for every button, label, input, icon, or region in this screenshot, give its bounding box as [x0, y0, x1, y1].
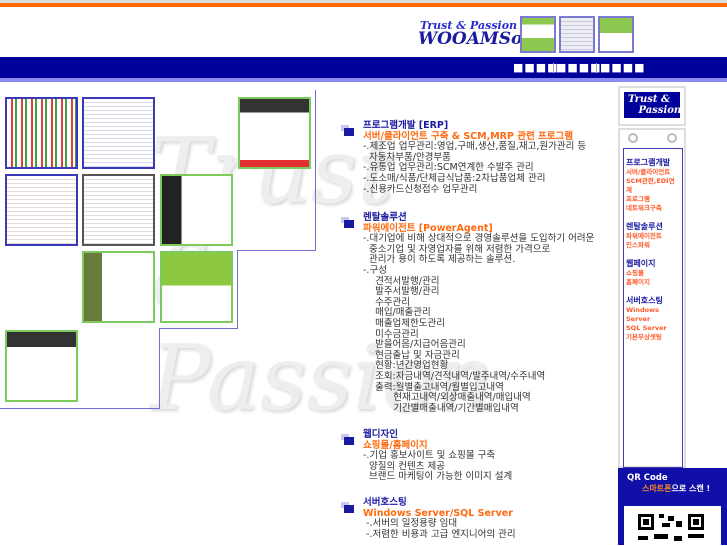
line: -.저렴한 비용과 고급 엔지니어의 관리	[363, 528, 516, 540]
line: 기간별매출내역/기간별매입내역	[363, 402, 519, 414]
sidebar-link[interactable]: 서버/클라이언트	[626, 168, 680, 177]
circle-icon	[628, 133, 638, 143]
gallery-outline	[315, 90, 316, 251]
top-accent-line	[0, 3, 727, 7]
sidebar-heading[interactable]: 프로그램개발	[626, 157, 680, 168]
sidebar-link[interactable]: 인스파워	[626, 241, 680, 250]
nav-separator	[553, 63, 554, 73]
gallery-outline	[0, 408, 160, 409]
portfolio-thumbnail-store[interactable]	[5, 330, 78, 402]
section-title: 프로그램개발 [ERP]	[363, 120, 449, 131]
sidebar-logo-line1: Trust &	[628, 94, 671, 105]
portfolio-thumbnail-report[interactable]	[82, 174, 155, 246]
portfolio-thumbnail-green-site[interactable]	[82, 251, 155, 323]
section-rental: 렌탈솔루션 파워에이전트 [PowerAgent] -.대기업에 비해 상대적으…	[341, 212, 594, 414]
portfolio-thumbnail-erp-table[interactable]	[82, 97, 155, 169]
line: 조회:자금내역/견적내역/발주내역/수주내역	[363, 370, 546, 382]
bullet-icon	[341, 502, 354, 513]
portfolio-thumbnail-medical-site[interactable]	[160, 251, 233, 323]
section-webdesign: 웹디자인 쇼핑몰/홈페이지 -.기업 홍보사이트 및 쇼핑몰 구축 양질의 컨텐…	[341, 429, 513, 483]
line: 매출업체한도관리	[363, 317, 445, 329]
line: 관리가 용이 하도록 제공하는 솔루션.	[363, 254, 516, 266]
sidebar-heading[interactable]: 렌탈솔루션	[626, 221, 680, 232]
sidebar-link[interactable]: 기본무상셋팅	[626, 333, 680, 342]
portfolio-thumbnail-pet-site[interactable]	[160, 174, 233, 246]
bullet-icon	[341, 125, 354, 136]
sidebar-logo[interactable]: Trust & Passion	[618, 86, 686, 126]
sidebar-heading[interactable]: 웹페이지	[626, 258, 680, 269]
sidebar-link[interactable]: Windows Server	[626, 306, 680, 324]
line: -.신용카드신청접수 업무관리	[363, 183, 478, 195]
qr-scan-highlight: 스마트폰	[642, 484, 672, 493]
sidebar-link[interactable]: 프로그램	[626, 195, 680, 204]
sidebar-link[interactable]: SQL Server	[626, 324, 680, 333]
gallery-outline	[237, 250, 238, 329]
bullet-icon	[341, 434, 354, 445]
sidebar-menu: 프로그램개발 서버/클라이언트 SCM관련,EDI연계 프로그램 네트워크구축 …	[623, 148, 683, 468]
sidebar-heading[interactable]: 서버호스팅	[626, 295, 680, 306]
nav-item-2[interactable]: ■■■■	[556, 61, 602, 74]
qr-scan-text: 으로 스캔 !	[671, 484, 711, 493]
header-thumbnail-2[interactable]	[559, 16, 595, 53]
nav-separator	[596, 63, 597, 73]
section-title: 서버호스팅	[363, 497, 407, 508]
portfolio-thumbnail-shop[interactable]	[238, 97, 311, 169]
header-thumbnail-1[interactable]	[520, 16, 556, 53]
section-erp: 프로그램개발 [ERP] 서버/클라이언트 구축 & SCM,MRP 관련 프로…	[341, 120, 586, 195]
qr-title: QR Code	[627, 473, 668, 483]
nav-item-1[interactable]: ■■■■	[513, 61, 559, 74]
bullet-icon	[341, 217, 354, 228]
section-hosting: 서버호스팅 Windows Server/SQL Server -.서버의 일정…	[341, 497, 516, 540]
sidebar-link[interactable]: 홈페이지	[626, 278, 680, 287]
gallery-outline	[238, 250, 316, 251]
portfolio-thumbnail-erp-grid[interactable]	[5, 174, 78, 246]
gallery-outline	[159, 328, 160, 409]
sidebar-link[interactable]: 쇼핑몰	[626, 269, 680, 278]
section-title: 웹디자인	[363, 429, 398, 440]
qr-code-panel: QR Code 스마트폰으로 스캔 !	[618, 468, 727, 546]
section-title: 렌탈솔루션	[363, 212, 407, 223]
header-thumbnail-3[interactable]	[598, 16, 634, 53]
nav-item-3[interactable]: ■■■■	[600, 61, 646, 74]
nav-underline	[0, 78, 727, 82]
line: 브랜드 마케팅이 가능한 이미지 설계	[363, 471, 513, 483]
sidebar-link[interactable]: 네트워크구축	[626, 204, 680, 213]
circle-icon	[667, 133, 677, 143]
sidebar-logo-line2: Passion	[638, 105, 682, 116]
line: -.도소매/식품/단체급식납품:2차납품업체 관리	[363, 172, 546, 184]
gallery-outline	[160, 328, 238, 329]
sidebar-link[interactable]: SCM관련,EDI연계	[626, 177, 680, 195]
qr-code-image[interactable]	[624, 506, 721, 546]
sidebar-link[interactable]: 파워에이전트	[626, 232, 680, 241]
line: -.구성	[363, 264, 387, 276]
portfolio-thumbnail-erp-chart[interactable]	[5, 97, 78, 169]
